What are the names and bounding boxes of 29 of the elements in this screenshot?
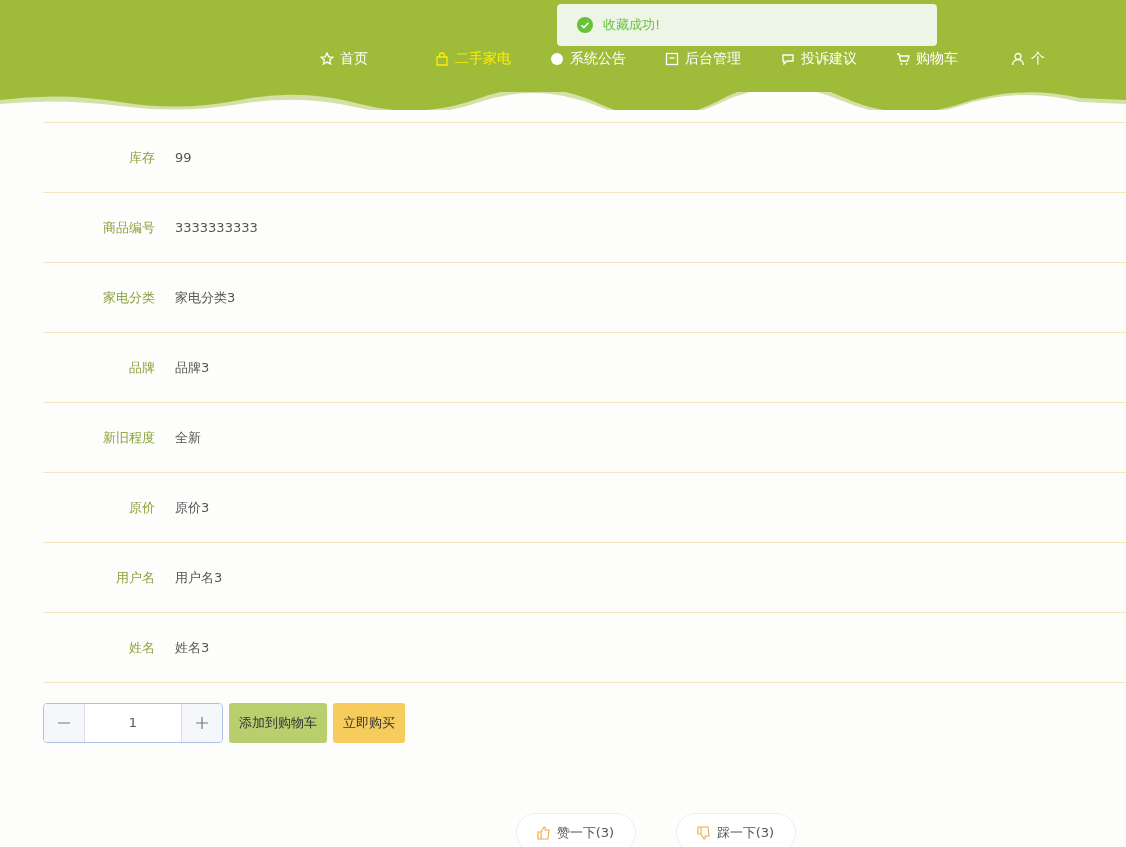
- field-value: 原价3: [175, 498, 210, 517]
- field-label: 原价: [128, 498, 155, 517]
- field-value: 99: [175, 148, 192, 167]
- like-button[interactable]: 赞一下(3): [515, 813, 636, 847]
- field-value: 用户名3: [175, 568, 223, 587]
- toast-message: 收藏成功!: [603, 16, 661, 35]
- field-value: 品牌3: [175, 358, 210, 377]
- quantity-stepper[interactable]: 1: [43, 703, 223, 743]
- nav-link[interactable]: 二手家电: [435, 48, 551, 69]
- nav-link[interactable]: 首页: [320, 48, 436, 69]
- field-label: 家电分类: [102, 288, 155, 307]
- field-value: 全新: [175, 428, 201, 447]
- field-label: 品牌: [128, 358, 155, 377]
- field-value: 3333333333: [175, 218, 258, 237]
- field-label: 商品编号: [102, 218, 155, 237]
- field-value: 家电分类3: [175, 288, 236, 307]
- buy-now-button[interactable]: 立即购买: [333, 703, 405, 743]
- field-value: 姓名3: [175, 638, 210, 657]
- add-to-cart-button[interactable]: 添加到购物车: [229, 703, 327, 743]
- nav-link[interactable]: 系统公告: [550, 48, 666, 69]
- dislike-button[interactable]: 踩一下(3): [675, 813, 796, 847]
- field-label: 姓名: [128, 638, 155, 657]
- nav-link[interactable]: 后台管理: [665, 48, 781, 69]
- nav-link[interactable]: 购物车: [895, 48, 1011, 69]
- field-label: 库存: [128, 148, 155, 167]
- field-label: 新旧程度: [102, 428, 155, 447]
- nav-link[interactable]: 投诉建议: [780, 48, 896, 69]
- nav-link[interactable]: 个: [1010, 48, 1126, 69]
- field-label: 用户名: [115, 568, 155, 587]
